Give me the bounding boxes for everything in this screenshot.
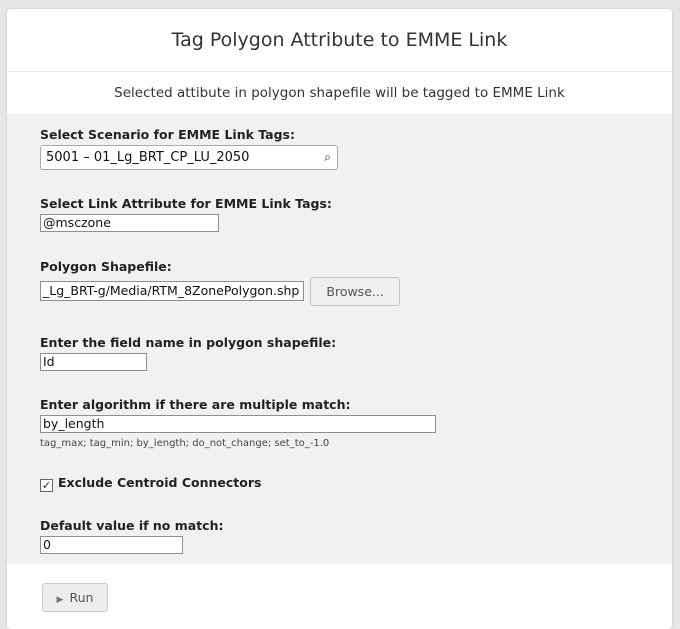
link-attribute-field: Select Link Attribute for EMME Link Tags… — [40, 196, 332, 232]
field-name-label: Enter the field name in polygon shapefil… — [40, 335, 337, 350]
link-attribute-label: Select Link Attribute for EMME Link Tags… — [40, 196, 332, 211]
scenario-value: 5001 – 01_Lg_BRT_CP_LU_2050 — [46, 150, 250, 165]
browse-button[interactable]: Browse... — [310, 277, 401, 306]
exclude-centroid-label: Exclude Centroid Connectors — [58, 475, 262, 490]
page-title: Tag Polygon Attribute to EMME Link — [7, 9, 672, 72]
algorithm-input[interactable]: by_length — [40, 415, 436, 433]
algorithm-label: Enter algorithm if there are multiple ma… — [40, 397, 351, 412]
form-area: Select Scenario for EMME Link Tags: 5001… — [7, 114, 672, 564]
algorithm-hint: tag_max; tag_min; by_length; do_not_chan… — [40, 438, 330, 449]
search-icon[interactable]: ⌕ — [324, 146, 331, 169]
scenario-label: Select Scenario for EMME Link Tags: — [40, 127, 295, 142]
default-value-label: Default value if no match: — [40, 518, 224, 533]
run-button[interactable]: ▶ Run — [42, 583, 108, 612]
scenario-select[interactable]: 5001 – 01_Lg_BRT_CP_LU_2050 ⌕ — [40, 145, 338, 170]
play-icon: ▶ — [56, 595, 64, 605]
scenario-field: Select Scenario for EMME Link Tags: 5001… — [40, 127, 338, 170]
link-attribute-input[interactable]: @msczone — [40, 214, 219, 232]
run-label: Run — [69, 590, 94, 605]
shapefile-path-input[interactable]: _Lg_BRT-g/Media/RTM_8ZonePolygon.shp — [40, 281, 304, 301]
algorithm-field: Enter algorithm if there are multiple ma… — [40, 397, 436, 449]
field-name-field: Enter the field name in polygon shapefil… — [40, 335, 336, 371]
exclude-centroid-checkbox[interactable]: ✓ — [40, 479, 53, 492]
default-value-input[interactable]: 0 — [40, 536, 183, 554]
shapefile-field: Polygon Shapefile: _Lg_BRT-g/Media/RTM_8… — [40, 259, 401, 306]
exclude-centroid-field: ✓ Exclude Centroid Connectors — [40, 475, 261, 492]
field-name-input[interactable]: Id — [40, 353, 147, 371]
shapefile-label: Polygon Shapefile: — [40, 259, 172, 274]
page-subtitle: Selected attibute in polygon shapefile w… — [114, 85, 565, 101]
tool-panel: Tag Polygon Attribute to EMME Link Selec… — [7, 9, 672, 629]
default-value-field: Default value if no match: 0 — [40, 518, 224, 554]
